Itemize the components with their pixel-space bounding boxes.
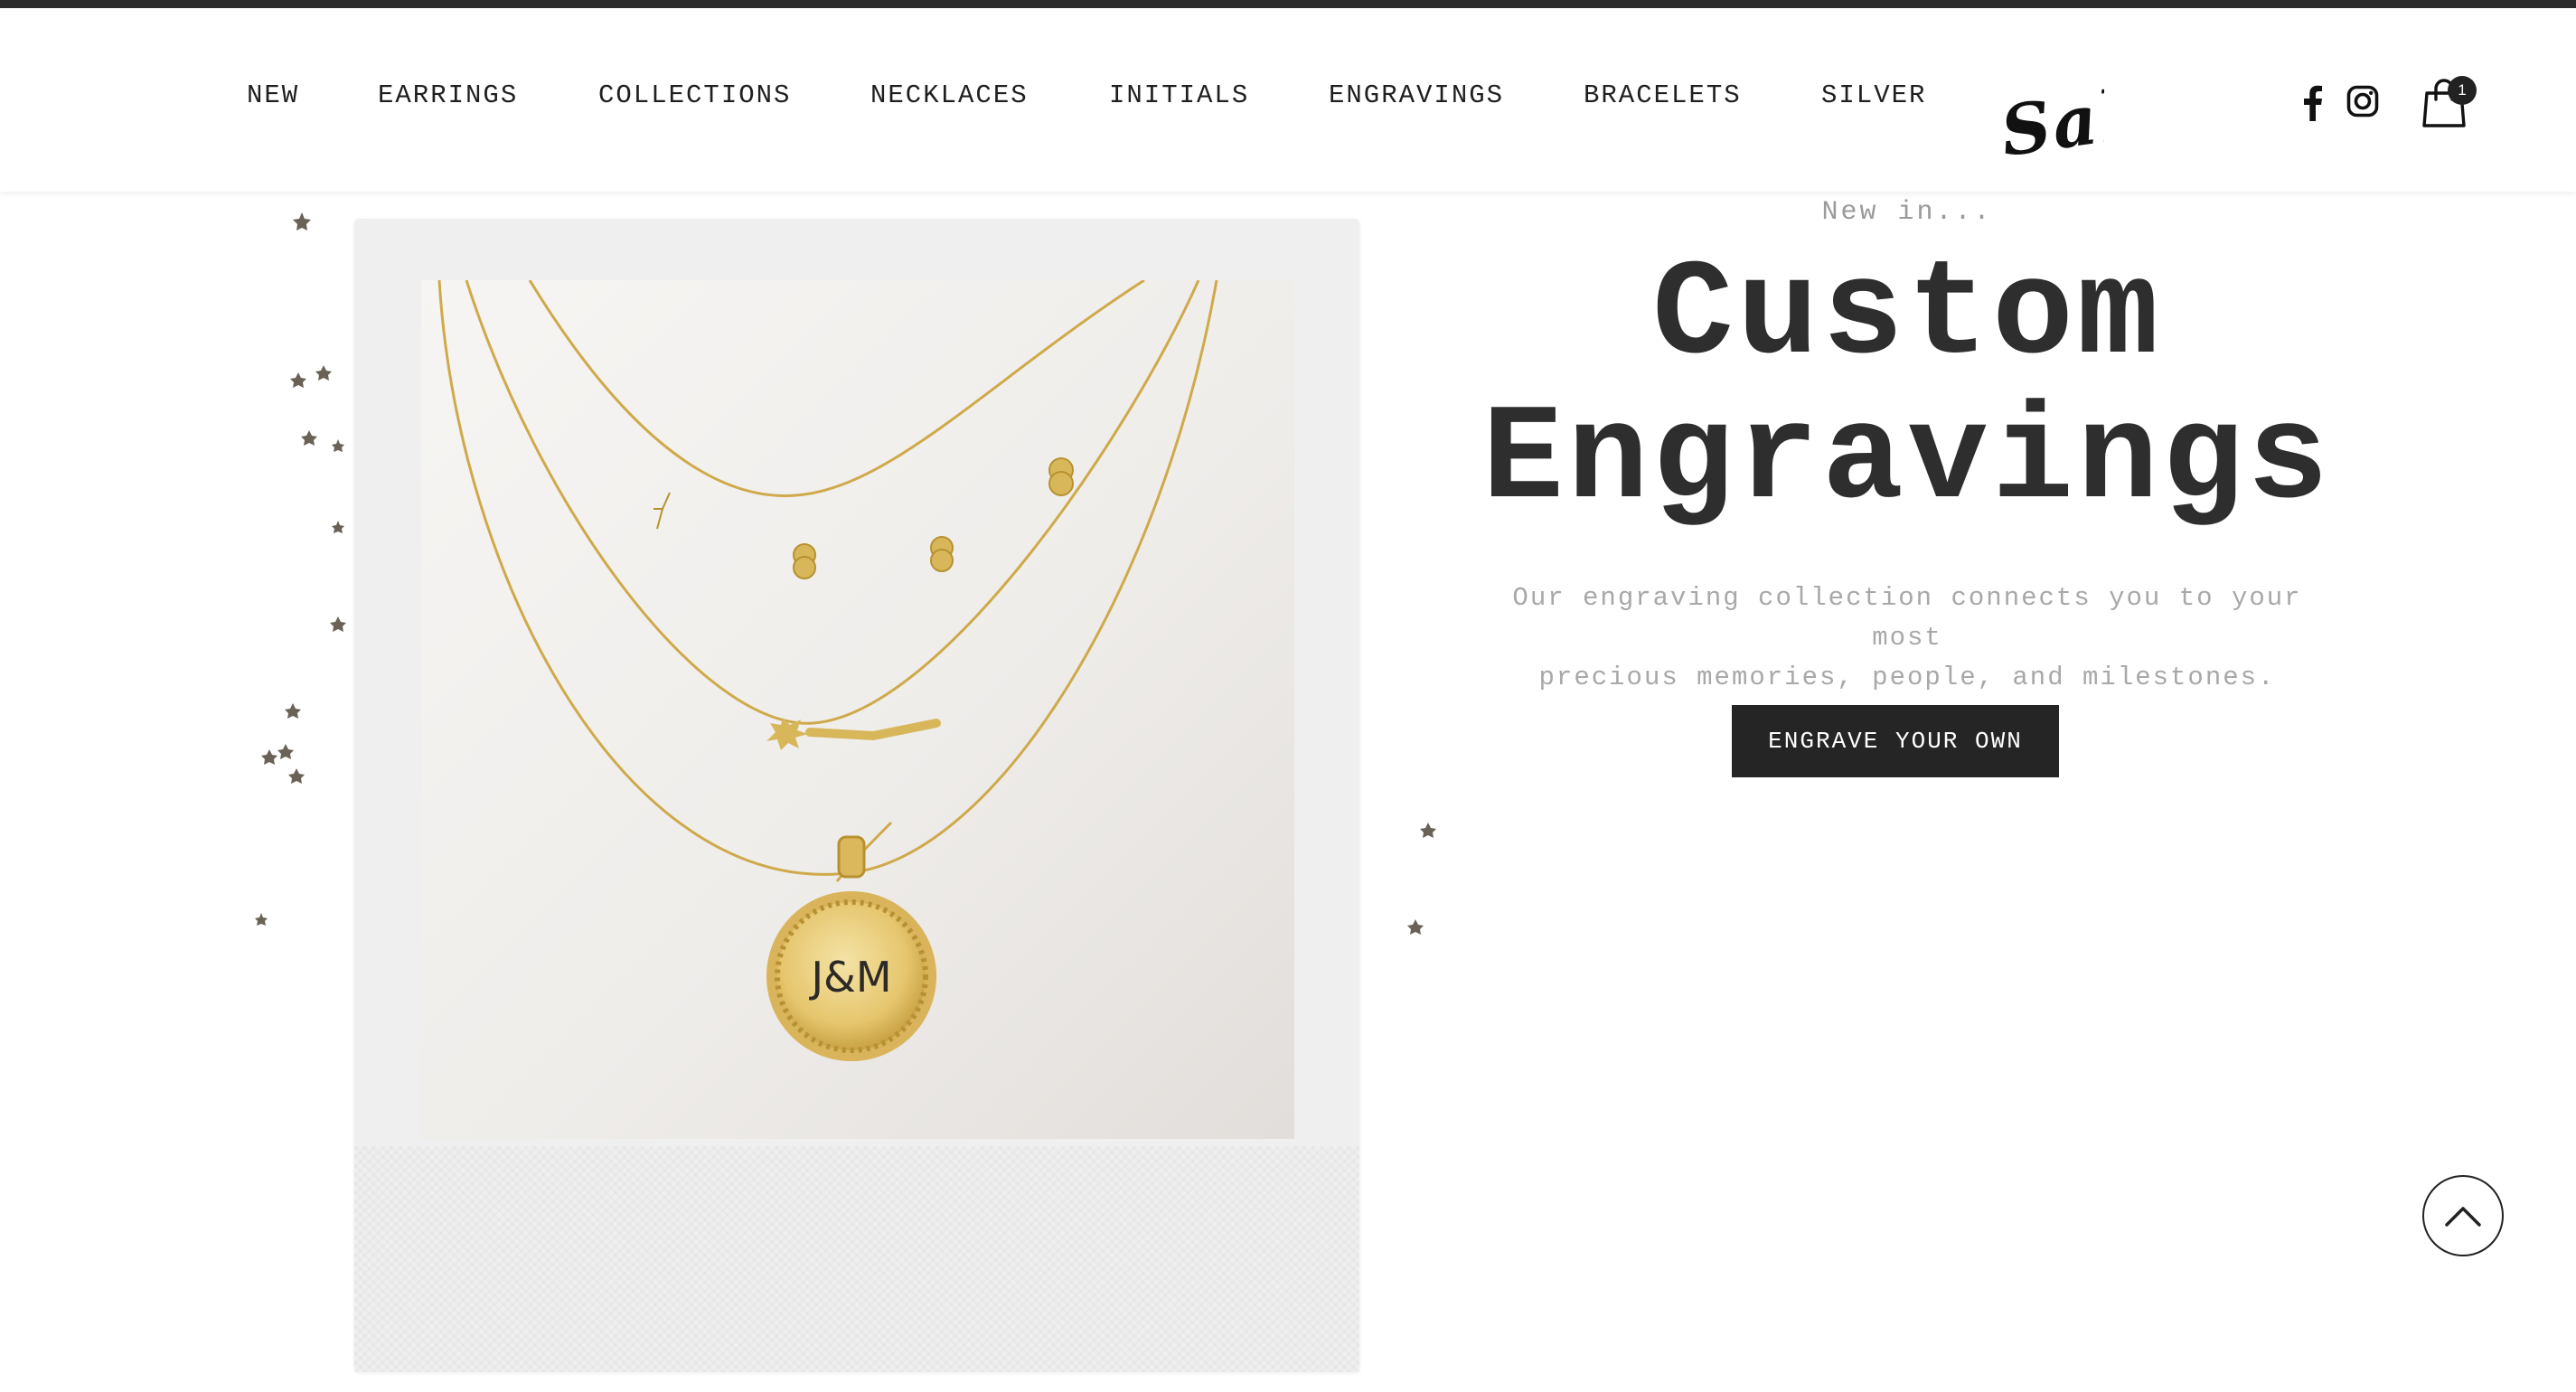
polaroid-frame: J&M xyxy=(354,219,1359,1372)
layered-necklace-illustration: J&M xyxy=(437,280,1218,1061)
nav-item-new[interactable]: NEW xyxy=(247,80,299,110)
scroll-to-top-button[interactable] xyxy=(2422,1175,2504,1256)
site-header: NEW EARRINGS COLLECTIONS NECKLACES INITI… xyxy=(0,8,2576,192)
top-bar xyxy=(0,0,2576,8)
hero-eyebrow: New in... xyxy=(1821,197,1993,228)
engrave-your-own-button[interactable]: ENGRAVE YOUR OWN xyxy=(1732,705,2059,777)
main-nav: NEW EARRINGS COLLECTIONS NECKLACES INITI… xyxy=(0,8,2169,192)
cart-count-badge: 1 xyxy=(2448,76,2477,105)
nav-item-necklaces[interactable]: NECKLACES xyxy=(870,80,1029,110)
hero-title-line-2: Engravings xyxy=(1481,384,2333,538)
nav-item-sale[interactable]: Sale xyxy=(1998,80,2104,171)
polaroid-texture xyxy=(354,1146,1359,1372)
pendant-engraving: J&M xyxy=(808,953,891,1002)
facebook-icon xyxy=(2304,85,2322,121)
sale-logo: Sale xyxy=(1998,80,2104,171)
nav-item-silver[interactable]: SILVER xyxy=(1821,80,1926,110)
hero-image-area: J&M xyxy=(244,199,1455,1392)
nav-item-engravings[interactable]: ENGRAVINGS xyxy=(1329,80,1504,110)
hero-title: Custom Engravings xyxy=(1446,244,2368,533)
hero-content: New in... Custom Engravings Our engravin… xyxy=(1446,192,2368,824)
hero-description-line-2: precious memories, people, and milestone… xyxy=(1538,663,2276,692)
instagram-icon xyxy=(2346,85,2379,118)
facebook-link[interactable] xyxy=(2303,85,2323,121)
nav-item-initials[interactable]: INITIALS xyxy=(1109,80,1249,110)
chevron-up-icon xyxy=(2445,1207,2481,1227)
nav-item-earrings[interactable]: EARRINGS xyxy=(378,80,518,110)
instagram-link[interactable] xyxy=(2346,85,2379,118)
nav-item-bracelets[interactable]: BRACELETS xyxy=(1584,80,1742,110)
hero-description: Our engraving collection connects you to… xyxy=(1473,578,2341,698)
hero-description-line-1: Our engraving collection connects you to… xyxy=(1512,583,2302,653)
nav-item-collections[interactable]: COLLECTIONS xyxy=(598,80,791,110)
hero-title-line-1: Custom xyxy=(1651,240,2163,393)
sale-label: Sale xyxy=(1998,80,2104,171)
necklace-photo: J&M xyxy=(421,280,1294,1139)
